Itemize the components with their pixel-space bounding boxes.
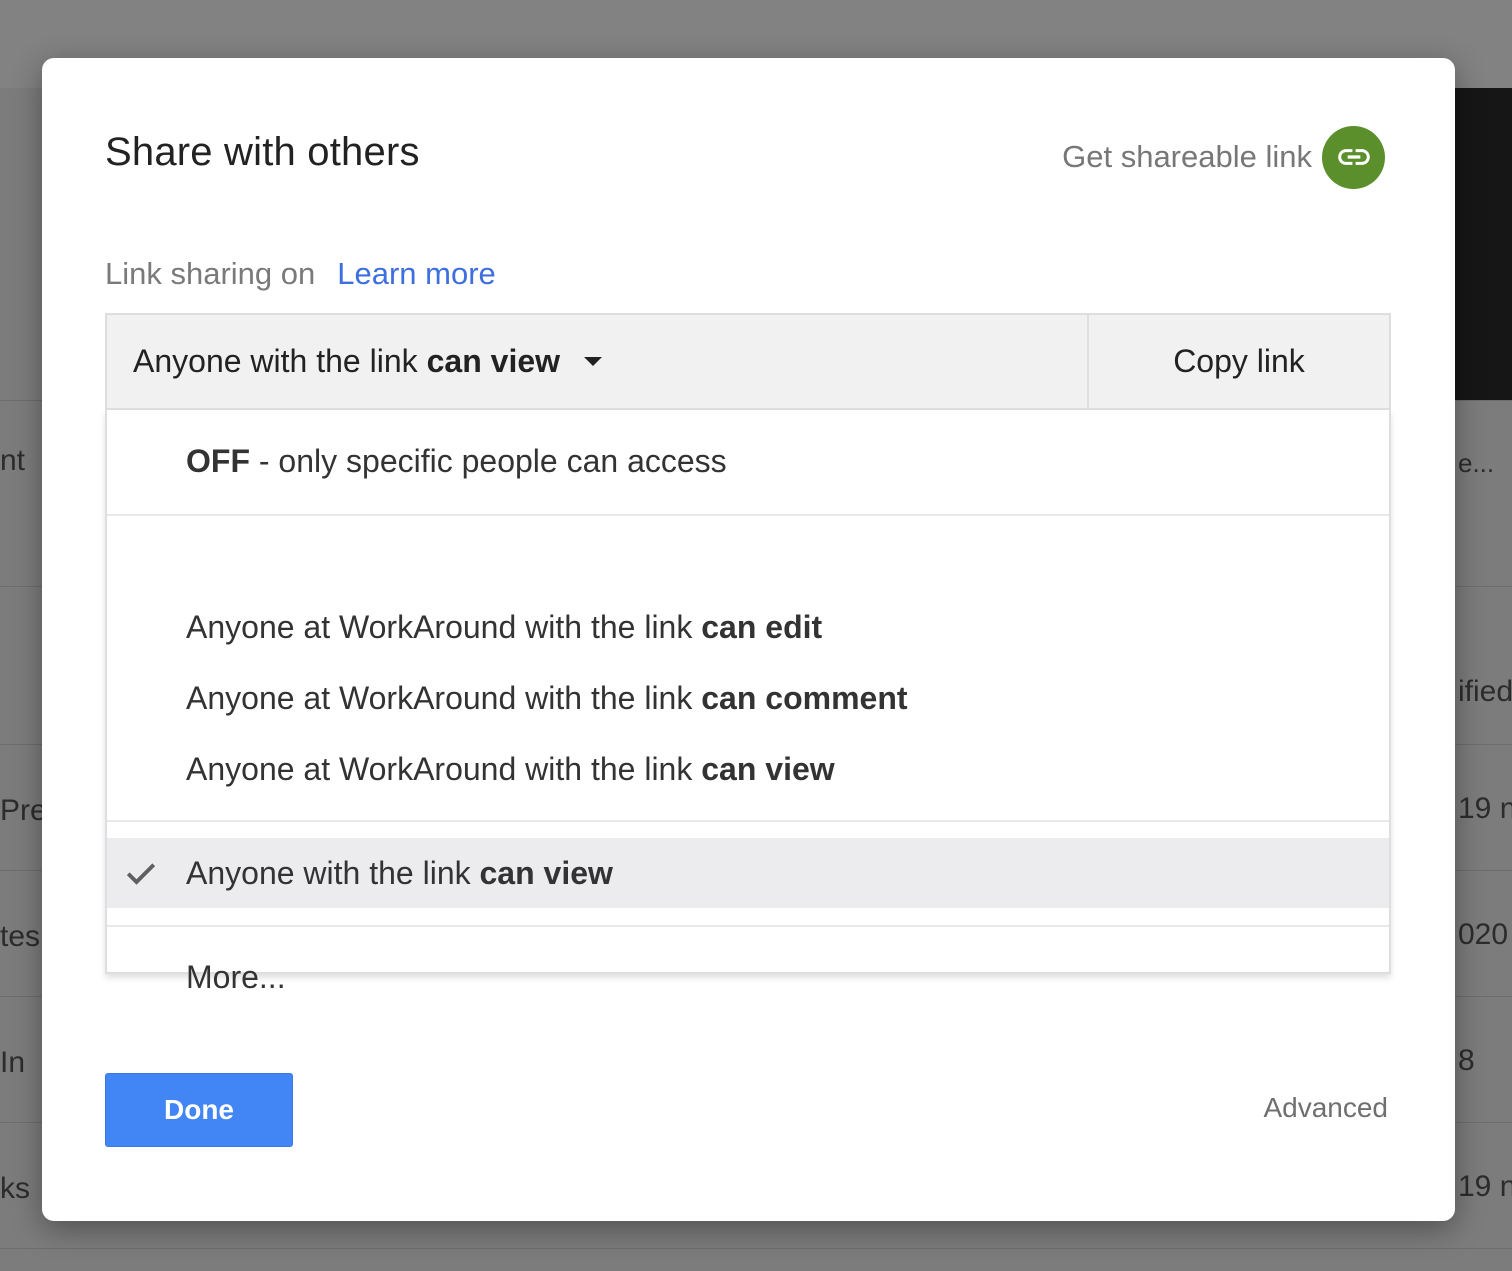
link-access-select: Anyone with the link can view Copy link — [105, 313, 1391, 410]
menu-item-emphasis: can comment — [701, 679, 908, 716]
link-icon[interactable] — [1322, 125, 1385, 189]
chevron-down-icon — [584, 357, 603, 366]
background-text: 020 — [1458, 918, 1509, 951]
menu-item-label: Anyone at WorkAround with the link — [186, 750, 693, 787]
done-button[interactable]: Done — [105, 1073, 293, 1147]
menu-item-more[interactable]: More... — [107, 944, 1389, 1010]
background-text: 19 n — [1458, 792, 1512, 825]
menu-item-emphasis: can edit — [701, 608, 823, 645]
link-access-dropdown[interactable]: Anyone with the link can view — [107, 315, 1087, 408]
menu-item-label: Anyone with the link — [186, 854, 471, 891]
get-shareable-link-label: Get shareable link — [1062, 139, 1312, 174]
link-sharing-label: Link sharing on — [105, 256, 316, 291]
background-text: ified — [1458, 675, 1512, 708]
menu-item-label: Anyone at WorkAround with the link — [186, 608, 693, 645]
menu-item-org-can-comment[interactable]: Anyone at WorkAround with the link can c… — [107, 665, 1389, 731]
background-text: 19 n — [1458, 1170, 1512, 1203]
menu-item-emphasis: OFF — [186, 442, 250, 479]
background-text: e... — [1458, 448, 1495, 478]
checkmark-icon — [126, 863, 156, 885]
menu-item-emphasis: can view — [479, 854, 613, 891]
link-access-menu: OFF - only specific people can access An… — [105, 410, 1391, 995]
background-text: 8 — [1458, 1044, 1475, 1077]
menu-divider — [107, 820, 1389, 822]
menu-item-anyone-can-view[interactable]: Anyone with the link can view — [107, 838, 1389, 908]
background-text: In — [0, 1046, 26, 1079]
menu-item-emphasis: can view — [701, 750, 835, 787]
menu-item-label: Anyone at WorkAround with the link — [186, 679, 693, 716]
menu-divider — [107, 514, 1389, 516]
dialog-title: Share with others — [105, 130, 420, 174]
menu-item-org-can-view[interactable]: Anyone at WorkAround with the link can v… — [107, 736, 1389, 802]
share-dialog: Share with others Get shareable link Lin… — [42, 58, 1455, 1221]
learn-more-link[interactable]: Learn more — [337, 256, 496, 291]
menu-item-label: More... — [186, 958, 286, 995]
menu-divider — [107, 925, 1389, 927]
background-dark-panel — [1455, 88, 1512, 400]
link-sharing-status: Link sharing on Learn more — [105, 256, 496, 292]
select-value-emphasis: can view — [426, 343, 561, 379]
menu-item-off[interactable]: OFF - only specific people can access — [107, 428, 1389, 494]
menu-item-org-can-edit[interactable]: Anyone at WorkAround with the link can e… — [107, 594, 1389, 660]
background-text: ks — [0, 1172, 30, 1205]
copy-link-button[interactable]: Copy link — [1087, 315, 1389, 408]
background-row-divider — [0, 1248, 1512, 1249]
background-text: tes — [0, 920, 41, 953]
advanced-link[interactable]: Advanced — [1263, 1092, 1388, 1124]
select-value-prefix: Anyone with the link — [133, 343, 418, 379]
get-shareable-link-button[interactable]: Get shareable link — [1062, 125, 1385, 189]
background-text: nt — [0, 444, 26, 477]
menu-item-label: - only specific people can access — [258, 442, 727, 479]
background-text: Pre — [0, 794, 47, 827]
